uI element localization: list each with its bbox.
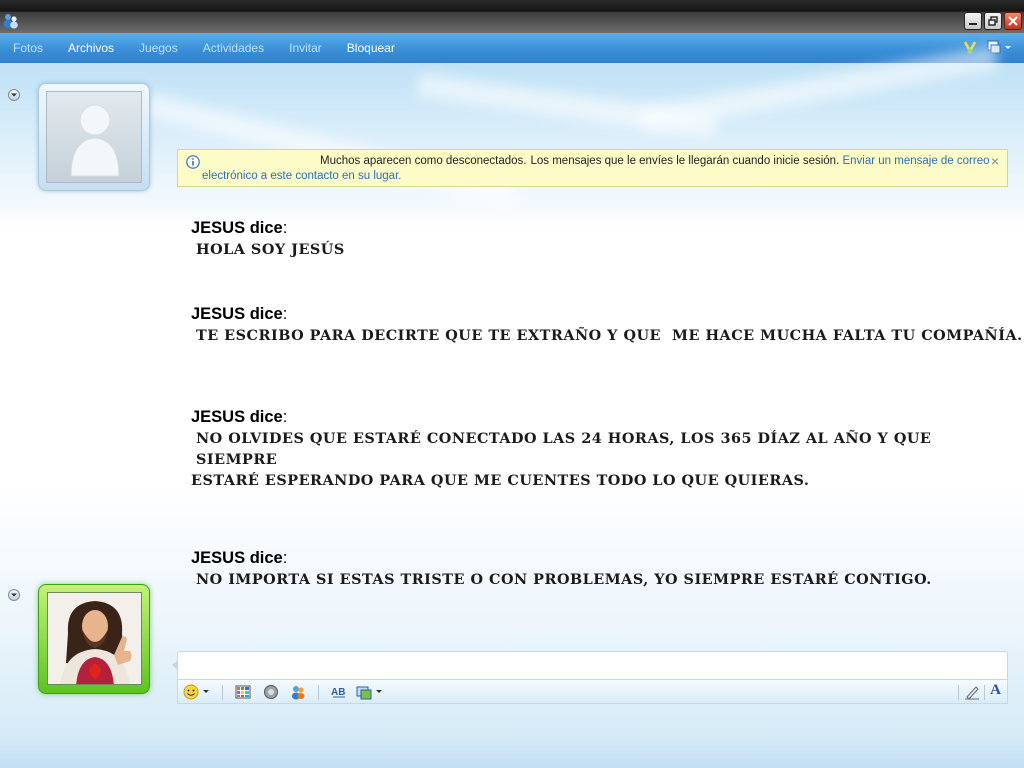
spellcheck-icon[interactable]: AB bbox=[331, 684, 347, 700]
emoticon-dropdown[interactable] bbox=[203, 690, 209, 693]
menu-item-actividades[interactable]: Actividades bbox=[203, 41, 264, 55]
message-line: HOLA SOY JESÚS bbox=[196, 241, 345, 258]
menu-item-archivos[interactable]: Archivos bbox=[68, 41, 114, 55]
message-text: NO IMPORTA SI ESTAS TRISTE O CON PROBLEM… bbox=[191, 569, 951, 590]
messenger-logo-icon[interactable] bbox=[2, 12, 20, 30]
sender-colon: : bbox=[282, 549, 288, 567]
minimize-icon bbox=[969, 23, 977, 25]
message-sender: JESUS dice: bbox=[191, 305, 951, 324]
message-line: NO OLVIDES QUE ESTARÉ CONECTADO LAS 24 H… bbox=[196, 430, 932, 468]
menu-item-bloquear[interactable]: Bloquear bbox=[347, 41, 395, 55]
contact-display-picture[interactable] bbox=[38, 584, 150, 694]
notice-email-link[interactable]: Enviar un mensaje de correo bbox=[842, 155, 989, 167]
menu-bar: Fotos Archivos Juegos Actividades Invita… bbox=[0, 33, 1024, 63]
background-icon[interactable] bbox=[235, 684, 251, 700]
message-block: JESUS dice: NO OLVIDES QUE ESTARÉ CONECT… bbox=[191, 408, 951, 491]
chevron-down-icon bbox=[11, 93, 17, 97]
message-block: JESUS dice: NO IMPORTA SI ESTAS TRISTE O… bbox=[191, 549, 951, 590]
chevron-down-icon bbox=[11, 593, 17, 597]
sender-colon: : bbox=[282, 305, 288, 323]
menu-item-juegos[interactable]: Juegos bbox=[139, 41, 178, 55]
notice-email-link-continued[interactable]: electrónico a este contacto en su lugar. bbox=[202, 169, 401, 184]
offline-notice-bar: Muchos aparecen como desconectados. Los m… bbox=[177, 149, 1008, 187]
info-icon bbox=[186, 155, 200, 169]
sender-colon: : bbox=[282, 408, 288, 426]
message-sender: JESUS dice: bbox=[191, 219, 951, 238]
menu-item-invitar[interactable]: Invitar bbox=[289, 41, 322, 55]
compose-toolbar: AB A bbox=[177, 679, 1008, 704]
emoticon-icon[interactable] bbox=[183, 684, 199, 700]
share-picture-icon[interactable] bbox=[356, 684, 372, 700]
sender-colon: : bbox=[282, 219, 288, 237]
font-icon[interactable]: A bbox=[990, 682, 1001, 699]
sender-name: JESUS dice bbox=[191, 305, 283, 323]
message-input[interactable] bbox=[172, 651, 1008, 681]
menu-list: Fotos Archivos Juegos Actividades Invita… bbox=[13, 41, 420, 55]
message-sender: JESUS dice: bbox=[191, 408, 951, 427]
notice-text-delivery: Los mensajes que le envíes le llegarán c… bbox=[530, 155, 840, 167]
message-line: ESTARÉ ESPERANDO PARA QUE ME CUENTES TOD… bbox=[191, 472, 810, 489]
message-line: TE ESCRIBO PARA DECIRTE QUE TE EXTRAÑO Y… bbox=[196, 327, 1023, 344]
close-button[interactable] bbox=[1004, 12, 1022, 30]
contact-avatar bbox=[47, 592, 142, 685]
notice-close-button[interactable]: × bbox=[991, 154, 999, 169]
message-text: TE ESCRIBO PARA DECIRTE QUE TE EXTRAÑO Y… bbox=[191, 325, 1023, 346]
collapse-toggle-bottom[interactable] bbox=[8, 589, 20, 601]
sender-name: JESUS dice bbox=[191, 219, 283, 237]
collapse-toggle-top[interactable] bbox=[8, 89, 20, 101]
message-block: JESUS dice: TE ESCRIBO PARA DECIRTE QUE … bbox=[191, 305, 1023, 346]
restore-button[interactable] bbox=[984, 12, 1002, 30]
message-text: NO OLVIDES QUE ESTARÉ CONECTADO LAS 24 H… bbox=[191, 428, 951, 491]
title-bar bbox=[0, 0, 1024, 33]
default-avatar bbox=[46, 91, 142, 183]
handwriting-icon[interactable] bbox=[964, 684, 980, 700]
message-block: JESUS dice: HOLA SOY JESÚS bbox=[191, 219, 951, 260]
contact-photo-icon bbox=[48, 593, 141, 684]
toolbar-divider bbox=[984, 685, 985, 700]
message-sender: JESUS dice: bbox=[191, 549, 951, 568]
sender-name: JESUS dice bbox=[191, 549, 283, 567]
default-user-icon bbox=[70, 104, 120, 177]
own-display-picture[interactable] bbox=[38, 83, 150, 191]
share-picture-dropdown[interactable] bbox=[376, 690, 382, 693]
message-line: NO IMPORTA SI ESTAS TRISTE O CON PROBLEM… bbox=[196, 571, 932, 588]
wink-icon[interactable] bbox=[290, 684, 306, 700]
nudge-icon[interactable] bbox=[263, 684, 279, 700]
menu-item-fotos[interactable]: Fotos bbox=[13, 41, 43, 55]
toolbar-divider bbox=[318, 685, 319, 700]
toolbar-divider bbox=[222, 685, 223, 700]
toolbar-divider bbox=[958, 685, 959, 700]
sender-name: JESUS dice bbox=[191, 408, 283, 426]
svg-text:AB: AB bbox=[331, 687, 345, 698]
restore-icon bbox=[988, 16, 998, 26]
message-text: HOLA SOY JESÚS bbox=[191, 239, 951, 260]
window-footer bbox=[0, 733, 1024, 768]
notice-text-offline: Muchos aparecen como desconectados. bbox=[320, 155, 527, 167]
minimize-button[interactable] bbox=[964, 12, 982, 30]
close-icon bbox=[1008, 16, 1018, 26]
